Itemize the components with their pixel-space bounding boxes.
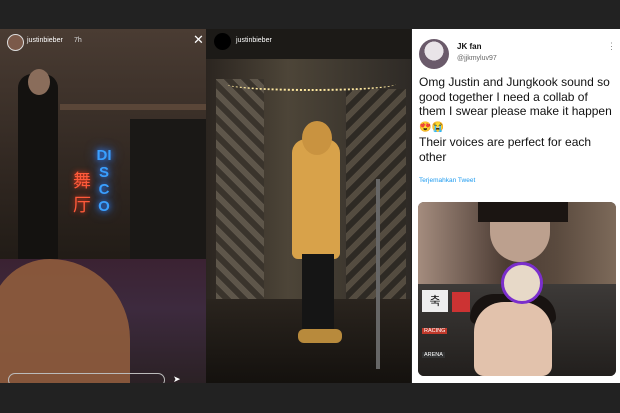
tweet-line-1: Omg Justin and Jungkook sound so good to… xyxy=(419,75,612,118)
tweet-display-name[interactable]: JK fan xyxy=(457,42,481,51)
avatar[interactable] xyxy=(7,34,24,51)
person-head xyxy=(28,69,50,95)
close-icon[interactable]: ✕ xyxy=(193,32,204,48)
person-silhouette xyxy=(18,74,58,264)
more-icon[interactable]: ⋮ xyxy=(607,41,616,52)
neon-disco-sign: DISCO xyxy=(96,147,112,215)
media-label-racing: RACING xyxy=(422,328,448,334)
heart-frame-icon xyxy=(501,262,543,304)
send-icon[interactable]: ➤ xyxy=(173,374,181,383)
media-top-hair xyxy=(478,202,568,222)
string-lights xyxy=(226,77,396,91)
person-hood xyxy=(302,121,332,155)
tweet-handle[interactable]: @jjkmyluv97 xyxy=(457,55,497,62)
equipment-rack xyxy=(130,119,208,269)
person-shoes xyxy=(298,329,342,343)
media-card xyxy=(452,292,470,312)
guitar-shelf xyxy=(60,104,208,110)
neon-chinese-sign: 舞厅 xyxy=(73,171,91,215)
person-pants xyxy=(302,254,334,334)
story-panel-2: justinbieber xyxy=(206,29,411,383)
tweet-text: Omg Justin and Jungkook sound so good to… xyxy=(419,75,617,164)
tweet-media[interactable]: 축 RACING ARENA xyxy=(418,202,616,376)
tweet-emojis: 😍😭 xyxy=(419,121,444,133)
story-time: 7h xyxy=(74,37,82,44)
story-username[interactable]: justinbieber xyxy=(236,37,272,44)
media-label-arena: ARENA xyxy=(422,352,445,358)
story-panel-1: 舞厅 DISCO justinbieber 7h ✕ ➤ xyxy=(0,29,208,383)
story-username[interactable]: justinbieber xyxy=(27,37,63,44)
mic-stand xyxy=(376,179,380,369)
tweet-card: JK fan @jjkmyluv97 ⋮ Omg Justin and Jung… xyxy=(412,29,620,383)
avatar[interactable] xyxy=(419,39,449,69)
story-header: justinbieber 7h ✕ xyxy=(0,29,208,55)
media-korean-sign: 축 xyxy=(422,290,448,312)
translate-link[interactable]: Terjemahkan Tweet xyxy=(419,177,475,184)
avatar[interactable] xyxy=(214,33,231,50)
tapestry-left xyxy=(216,79,264,309)
tweet-line-2: Their voices are perfect for each other xyxy=(419,135,592,164)
media-bottom-face xyxy=(474,302,552,376)
story-reply-input[interactable] xyxy=(8,373,165,383)
person-hoodie xyxy=(292,139,340,259)
